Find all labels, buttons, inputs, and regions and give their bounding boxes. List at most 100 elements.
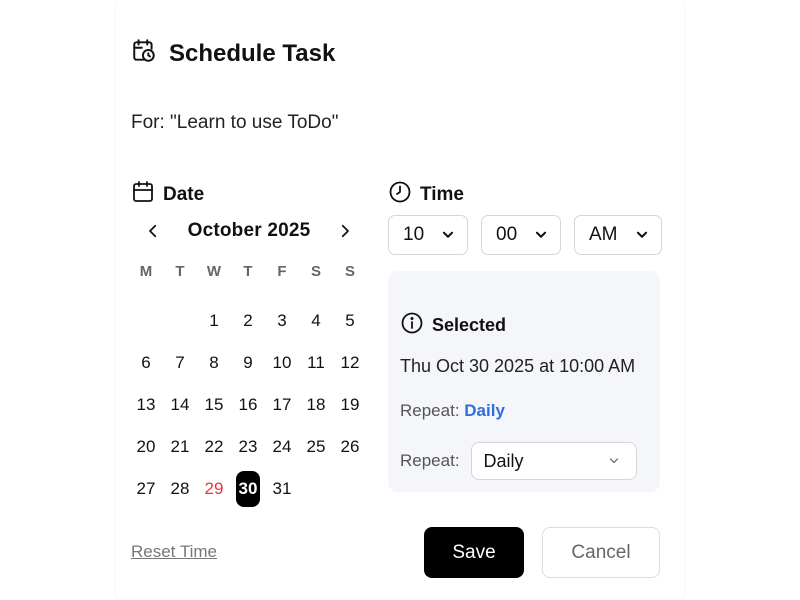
calendar-day-number: 31 (272, 479, 292, 498)
hour-select[interactable]: 10 (388, 215, 468, 255)
repeat-select-value: Daily (483, 450, 524, 471)
calendar-icon (131, 180, 163, 210)
calendar-day[interactable]: 2 (231, 300, 265, 342)
chevron-right-icon (341, 224, 349, 238)
weekday-header: T (175, 262, 185, 280)
calendar-empty-cell (299, 468, 333, 510)
calendar-empty-cell (163, 300, 197, 342)
calendar-day[interactable]: 8 (197, 342, 231, 384)
calendar-day[interactable]: 5 (333, 300, 367, 342)
calendar-day-number: 8 (209, 353, 219, 372)
calendar-day[interactable]: 14 (163, 384, 197, 426)
calendar-day-number: 12 (340, 353, 360, 372)
month-label: October 2025 (187, 220, 311, 241)
calendar-day[interactable]: 12 (333, 342, 367, 384)
repeat-row: Repeat: Daily (400, 442, 637, 480)
calendar-day-number: 5 (345, 311, 355, 330)
calendar-day-number: 15 (204, 395, 224, 414)
info-icon (400, 311, 432, 340)
cancel-button[interactable]: Cancel (542, 527, 660, 578)
dialog-header: Schedule Task (131, 38, 335, 69)
calendar-day-number: 24 (272, 437, 292, 456)
date-label: Date (163, 184, 205, 205)
calendar-day-selected[interactable]: 30 (231, 468, 265, 510)
calendar-day[interactable]: 22 (197, 426, 231, 468)
month-navigation: October 2025 (142, 217, 356, 245)
calendar-day-number: 7 (175, 353, 185, 372)
calendar-day-number: 2 (243, 311, 253, 330)
task-for-text: For: "Learn to use ToDo" (131, 112, 339, 133)
calendar-day[interactable]: 16 (231, 384, 265, 426)
repeat-prefix: Repeat: (400, 401, 460, 420)
selected-datetime: Thu Oct 30 2025 at 10:00 AM (400, 356, 636, 376)
calendar-day[interactable]: 19 (333, 384, 367, 426)
calendar-day[interactable]: 6 (129, 342, 163, 384)
calendar-day-number: 16 (238, 395, 258, 414)
calendar-day[interactable]: 11 (299, 342, 333, 384)
calendar-day-number: 19 (340, 395, 360, 414)
calendar-day-number: 11 (307, 353, 325, 372)
next-month-button[interactable] (334, 218, 356, 244)
calendar-day[interactable]: 15 (197, 384, 231, 426)
calendar-day-number: 22 (204, 437, 224, 456)
calendar-day-number: 23 (238, 437, 258, 456)
calendar-day[interactable]: 26 (333, 426, 367, 468)
calendar-day[interactable]: 9 (231, 342, 265, 384)
calendar-day[interactable]: 27 (129, 468, 163, 510)
calendar-day-number: 28 (170, 479, 190, 498)
time-selects: 10 00 AM (388, 215, 662, 255)
calendar-empty-cell (333, 468, 367, 510)
weekday-header: T (243, 262, 253, 280)
selected-repeat-info: Repeat: Daily (400, 401, 505, 421)
weekday-header: S (310, 262, 321, 280)
chevron-down-icon (442, 231, 454, 238)
calendar-day[interactable]: 31 (265, 468, 299, 510)
calendar-day[interactable]: 25 (299, 426, 333, 468)
prev-month-button[interactable] (142, 218, 164, 244)
ampm-select[interactable]: AM (574, 215, 662, 255)
calendar-day[interactable]: 7 (163, 342, 197, 384)
calendar-day[interactable]: 13 (129, 384, 163, 426)
calendar-day[interactable]: 4 (299, 300, 333, 342)
selected-summary-panel: Selected Thu Oct 30 2025 at 10:00 AM Rep… (388, 271, 660, 492)
repeat-label: Repeat: (400, 451, 460, 470)
date-section-label: Date (131, 180, 204, 210)
calendar-day[interactable]: 23 (231, 426, 265, 468)
repeat-select[interactable]: Daily (470, 442, 637, 480)
calendar-day-number: 6 (141, 353, 151, 372)
calendar-day[interactable]: 18 (299, 384, 333, 426)
minute-select[interactable]: 00 (481, 215, 561, 255)
calendar-day[interactable]: 29 (197, 468, 231, 510)
calendar-day-number: 1 (209, 311, 219, 330)
calendar-day[interactable]: 3 (265, 300, 299, 342)
minute-value: 00 (496, 224, 518, 245)
weekday-header: W (206, 262, 222, 280)
calendar-day[interactable]: 21 (163, 426, 197, 468)
clock-icon (388, 180, 420, 210)
calendar-day[interactable]: 10 (265, 342, 299, 384)
calendar-empty-cell (129, 300, 163, 342)
calendar-day-number: 10 (272, 353, 292, 372)
weekday-header: M (139, 262, 153, 280)
calendar-day[interactable]: 1 (197, 300, 231, 342)
calendar-day[interactable]: 28 (163, 468, 197, 510)
calendar-day-number: 21 (170, 437, 190, 456)
calendar-day[interactable]: 24 (265, 426, 299, 468)
calendar-day-number: 20 (136, 437, 156, 456)
calendar-day-number: 25 (306, 437, 326, 456)
repeat-value: Daily (464, 401, 505, 420)
chevron-down-icon (636, 231, 648, 238)
calendar-clock-icon (131, 38, 157, 69)
save-button[interactable]: Save (424, 527, 524, 578)
reset-time-link[interactable]: Reset Time (131, 542, 217, 562)
calendar-day-number: 4 (311, 311, 321, 330)
calendar-day-number: 29 (204, 479, 224, 498)
chevron-left-icon (149, 224, 157, 238)
calendar-spacer (129, 284, 367, 300)
chevron-down-icon (609, 458, 618, 464)
calendar-day-number: 26 (340, 437, 360, 456)
chevron-down-icon (535, 231, 547, 238)
calendar-day[interactable]: 20 (129, 426, 163, 468)
ampm-value: AM (589, 224, 618, 245)
calendar-day[interactable]: 17 (265, 384, 299, 426)
